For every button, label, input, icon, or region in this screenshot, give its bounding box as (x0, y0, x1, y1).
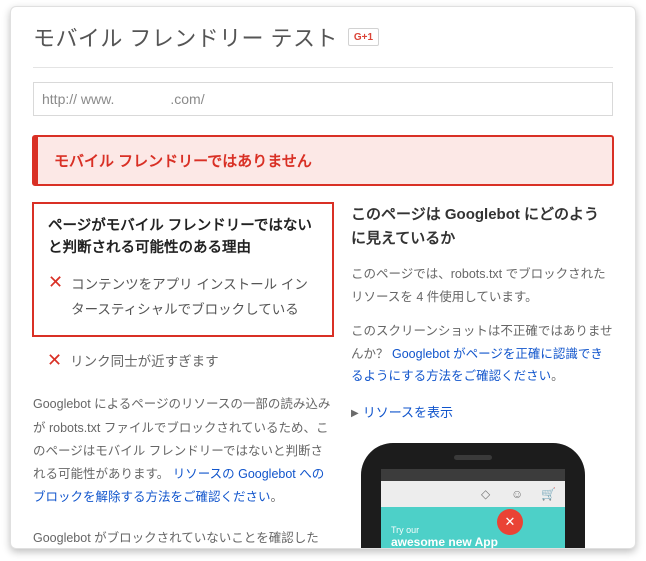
header: モバイル フレンドリー テスト G+1 (33, 21, 613, 53)
promo-line3: for the best shopping experience (391, 549, 555, 550)
reason-item: ✕ コンテンツをアプリ インストール インタースティシャルでブロックしている (48, 272, 318, 323)
google-plus-button[interactable]: G+1 (348, 28, 379, 46)
phone-shell: ◇ ☺ 🛒 Try our awesome new App for the be… (361, 443, 585, 550)
user-icon: ☺ (511, 487, 525, 501)
result-banner: モバイル フレンドリーではありません (33, 136, 613, 185)
divider (33, 67, 613, 68)
explain-2: Googlebot がブロックされていないことを確認したら、検出された問題を P… (33, 527, 333, 549)
promo-line1: Try our (391, 525, 555, 535)
close-icon: ✕ (497, 509, 523, 535)
show-resources[interactable]: ▶ リソースを表示 (351, 402, 613, 421)
reasons-box: ページがモバイル フレンドリーではないと判断される可能性のある理由 ✕ コンテン… (33, 203, 333, 336)
app-bar: ◇ ☺ 🛒 (381, 481, 565, 507)
x-icon: ✕ (47, 350, 62, 372)
blocked-count: このページでは、robots.txt でブロックされたリソースを 4 件使用して… (351, 263, 613, 308)
cart-icon: 🛒 (541, 487, 555, 501)
reason-text: リンク同士が近すぎます (70, 350, 219, 372)
phone-speaker (454, 455, 492, 460)
result-text: モバイル フレンドリーではありません (54, 150, 597, 171)
accurate-link[interactable]: Googlebot がページを正確に認識できるようにする方法をご確認ください (351, 347, 603, 384)
screenshot-note: このスクリーンショットは不正確ではありませんか？ Googlebot がページを… (351, 320, 613, 388)
phone-preview: ◇ ☺ 🛒 Try our awesome new App for the be… (351, 443, 595, 550)
window: モバイル フレンドリー テスト G+1 http:// www. .com/ モ… (10, 6, 636, 549)
explain-1: Googlebot によるページのリソースの一部の読み込みが robots.tx… (33, 393, 333, 509)
url-input[interactable]: http:// www. .com/ (33, 82, 613, 116)
preview-heading: このページは Googlebot にどのように見えているか (351, 203, 613, 251)
promo-line2: awesome new App (391, 535, 555, 549)
phone-screen: ◇ ☺ 🛒 Try our awesome new App for the be… (381, 469, 565, 550)
right-column: このページは Googlebot にどのように見えているか このページでは、ro… (351, 203, 613, 549)
reason-text: コンテンツをアプリ インストール インタースティシャルでブロックしている (71, 272, 318, 323)
x-icon: ✕ (48, 272, 63, 323)
status-bar (381, 469, 565, 481)
reason-item: ✕ リンク同士が近すぎます (33, 346, 333, 376)
page-title: モバイル フレンドリー テスト (33, 21, 338, 53)
show-resources-link[interactable]: リソースを表示 (363, 405, 453, 420)
interstitial: Try our awesome new App for the best sho… (381, 517, 565, 550)
left-column: ページがモバイル フレンドリーではないと判断される可能性のある理由 ✕ コンテン… (33, 203, 333, 549)
triangle-icon: ▶ (351, 408, 359, 419)
tag-icon: ◇ (481, 487, 495, 501)
reasons-heading: ページがモバイル フレンドリーではないと判断される可能性のある理由 (48, 216, 318, 260)
